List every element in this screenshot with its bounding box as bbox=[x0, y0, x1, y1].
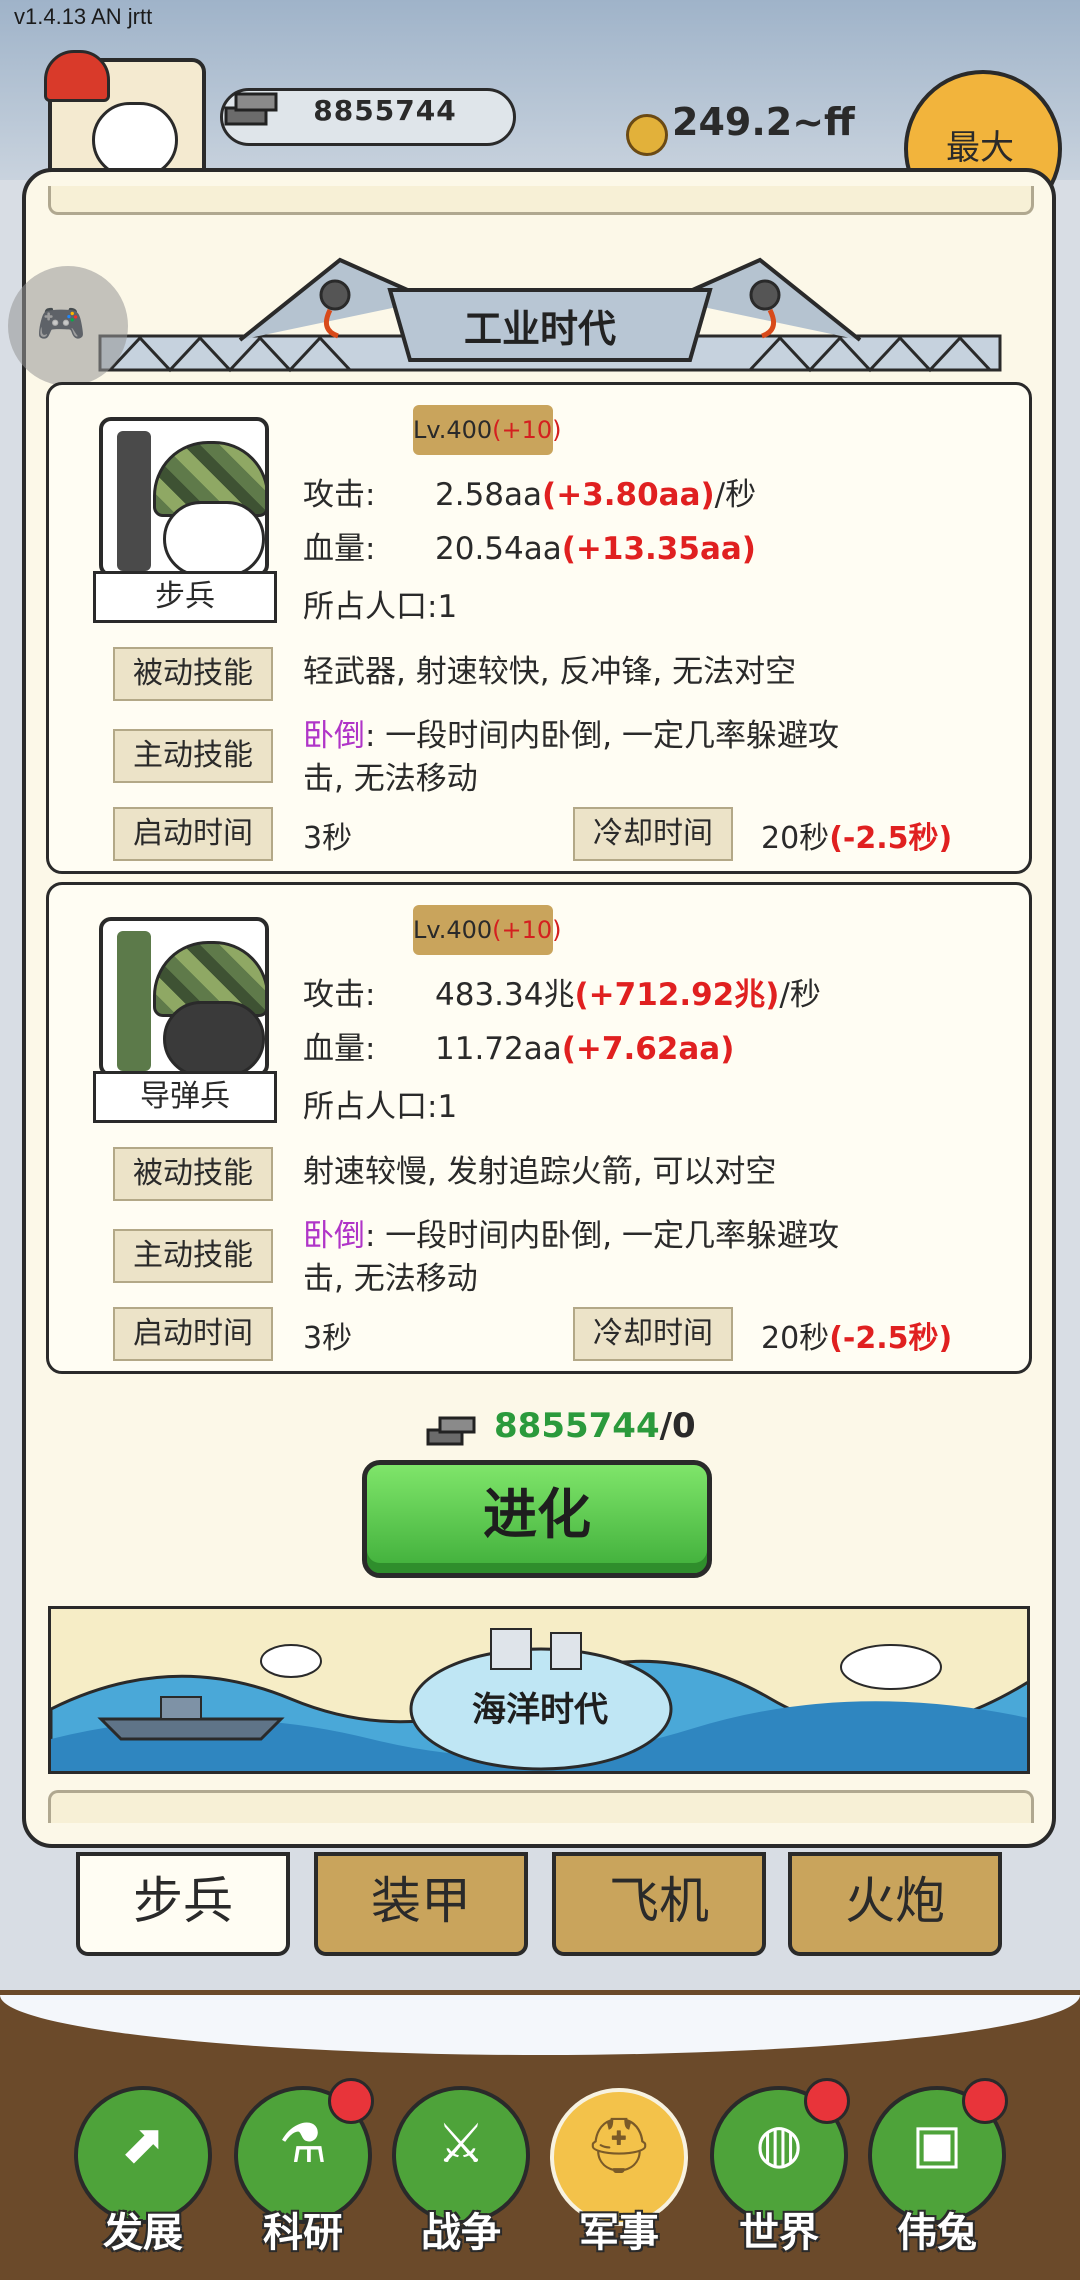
cooldown-tag: 冷却时间 bbox=[573, 1307, 733, 1361]
population-stat: 所占人口:1 bbox=[303, 1089, 458, 1125]
cooldown-value: 20秒(-2.5秒) bbox=[761, 1321, 953, 1356]
nav-war-label: 战争 bbox=[421, 2210, 501, 2256]
notification-dot bbox=[328, 2078, 374, 2124]
tab-armor[interactable]: 装甲 bbox=[314, 1852, 528, 1956]
crossed-swords-icon: ⚔ bbox=[436, 2112, 486, 2175]
hp-stat: 血量: 11.72aa(+7.62aa) bbox=[303, 1031, 735, 1067]
level-badge: Lv.400(+10) bbox=[413, 905, 562, 955]
passive-skill-text: 轻武器, 射速较快, 反冲锋, 无法对空 bbox=[303, 654, 797, 690]
level-badge: Lv.400(+10) bbox=[413, 405, 562, 455]
active-skill-tag: 主动技能 bbox=[113, 729, 273, 783]
active-skill-text: 卧倒: 一段时间内卧倒, 一定几率躲避攻 击, 无法移动 bbox=[303, 1218, 840, 1297]
start-time-value: 3秒 bbox=[303, 821, 353, 856]
gamepad-icon: 🎮 bbox=[36, 301, 86, 347]
unit-card-missile: 导弹兵 Lv.400(+10) 攻击: 483.34兆(+712.92兆)/秒 血… bbox=[46, 882, 1032, 1374]
tab-artillery[interactable]: 火炮 bbox=[788, 1852, 1002, 1956]
tab-aircraft[interactable]: 飞机 bbox=[552, 1852, 766, 1956]
iron-ingot-icon bbox=[426, 1416, 476, 1446]
evolve-button[interactable]: 进化 bbox=[362, 1460, 712, 1578]
nav-research-label: 科研 bbox=[263, 2210, 343, 2256]
start-time-tag: 启动时间 bbox=[113, 1307, 273, 1361]
nav-rabbit-label: 伟兔 bbox=[897, 2210, 977, 2256]
coin-amount: 249.2~ff bbox=[672, 100, 855, 144]
iron-ingot-icon bbox=[224, 92, 278, 126]
passive-skill-text: 射速较慢, 发射追踪火箭, 可以对空 bbox=[303, 1154, 777, 1190]
active-skill-tag: 主动技能 bbox=[113, 1229, 273, 1283]
current-era-title: 工业时代 bbox=[463, 307, 616, 351]
tab-infantry[interactable]: 步兵 bbox=[76, 1852, 290, 1956]
hp-stat: 血量: 20.54aa(+13.35aa) bbox=[303, 531, 756, 567]
passive-skill-tag: 被动技能 bbox=[113, 647, 273, 701]
infantry-portrait bbox=[99, 417, 269, 577]
cooldown-value: 20秒(-2.5秒) bbox=[761, 821, 953, 856]
missile-soldier-portrait bbox=[99, 917, 269, 1077]
helmet-icon: ⛑ bbox=[584, 2114, 654, 2177]
hat-icon bbox=[44, 50, 110, 102]
attack-stat: 攻击: 483.34兆(+712.92兆)/秒 bbox=[303, 977, 821, 1013]
next-era-title: 海洋时代 bbox=[472, 1690, 608, 1730]
evolve-cost: 8855744/0 bbox=[494, 1406, 696, 1446]
notification-dot bbox=[804, 2078, 850, 2124]
unit-name: 步兵 bbox=[93, 571, 277, 623]
unit-card-infantry: 步兵 Lv.400(+10) 攻击: 2.58aa(+3.80aa)/秒 血量: 2… bbox=[46, 382, 1032, 874]
unit-name: 导弹兵 bbox=[93, 1071, 277, 1123]
nav-world-label: 世界 bbox=[739, 2210, 819, 2256]
player-avatar[interactable] bbox=[44, 50, 206, 186]
nav-develop-label: 发展 bbox=[103, 2210, 183, 2256]
passive-skill-tag: 被动技能 bbox=[113, 1147, 273, 1201]
active-skill-text: 卧倒: 一段时间内卧倒, 一定几率躲避攻 击, 无法移动 bbox=[303, 718, 840, 797]
next-next-era-strip bbox=[48, 1790, 1034, 1823]
iron-amount: 8855744 bbox=[313, 94, 457, 127]
nav-military-label: 军事 bbox=[579, 2210, 659, 2256]
version-label: v1.4.13 AN jrtt bbox=[14, 4, 153, 29]
cooldown-tag: 冷却时间 bbox=[573, 807, 733, 861]
population-stat: 所占人口:1 bbox=[303, 589, 458, 625]
notification-dot bbox=[962, 2078, 1008, 2124]
face-icon bbox=[92, 102, 178, 178]
attack-stat: 攻击: 2.58aa(+3.80aa)/秒 bbox=[303, 477, 757, 513]
max-button-label: 最大 bbox=[946, 128, 1014, 168]
previous-era-strip bbox=[48, 186, 1034, 215]
start-time-value: 3秒 bbox=[303, 1321, 353, 1356]
coin-icon bbox=[626, 114, 668, 156]
start-time-tag: 启动时间 bbox=[113, 807, 273, 861]
arrow-up-icon: ⬈ bbox=[120, 2112, 166, 2175]
